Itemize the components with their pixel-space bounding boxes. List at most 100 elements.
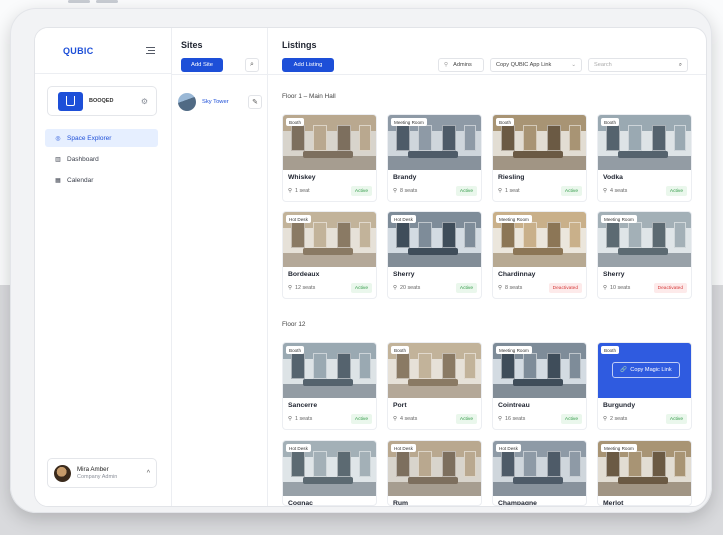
listing-card[interactable]: Meeting Room Cointreau ⚲ 16 seats Active xyxy=(492,342,587,430)
listing-card[interactable]: Hot Desk Sherry ⚲ 20 seats Active xyxy=(387,211,482,299)
status-badge: Active xyxy=(350,414,372,424)
floor-label: Floor 12 xyxy=(282,321,306,328)
user-icon: ⚲ xyxy=(603,416,607,422)
backdrop-mark xyxy=(68,0,90,3)
status-badge: Deactivated xyxy=(548,283,582,293)
listing-seats: ⚲ 20 seats xyxy=(393,285,420,291)
copy-magic-link-label: Copy Magic Link xyxy=(630,367,672,373)
collapse-menu-icon[interactable] xyxy=(146,46,155,55)
user-icon: ⚲ xyxy=(393,188,397,194)
seats-count: 1 seat xyxy=(294,188,310,194)
status-badge: Deactivated xyxy=(653,283,687,293)
status-badge: Active xyxy=(455,414,477,424)
listing-name: Merlot xyxy=(603,500,624,506)
add-site-button[interactable]: Add Site xyxy=(181,58,223,72)
listing-type-tag: Booth xyxy=(286,346,305,354)
user-menu[interactable]: Mira Amber Company Admin ^ xyxy=(47,458,157,488)
sidebar: QUBIC BOOQED ⚙ ◎ Space Explorer ▥ Dashbo… xyxy=(35,28,172,506)
listing-seats: ⚲ 1 seat xyxy=(498,188,520,194)
listing-card[interactable]: Booth Sancerre ⚲ 1 seats Active xyxy=(282,342,377,430)
listing-type-tag: Meeting Room xyxy=(496,346,532,354)
copy-magic-link-button[interactable]: 🔗 Copy Magic Link xyxy=(612,362,680,378)
seats-count: 2 seats xyxy=(609,416,628,422)
user-icon: ⚲ xyxy=(603,285,607,291)
nav-item-calendar[interactable]: ▦ Calendar xyxy=(45,171,158,189)
listing-card[interactable]: Booth Port ⚲ 4 seats Active xyxy=(387,342,482,430)
listing-seats: ⚲ 8 seats xyxy=(393,188,417,194)
listing-card[interactable]: Booth Whiskey ⚲ 1 seat Active xyxy=(282,114,377,202)
listing-card[interactable]: Hot Desk Cognac xyxy=(282,440,377,506)
status-badge: Active xyxy=(560,186,582,196)
listing-type-tag: Hot Desk xyxy=(391,444,416,452)
search-input[interactable]: Search xyxy=(594,62,612,68)
nav-item-label: Dashboard xyxy=(67,155,99,163)
listing-type-tag: Booth xyxy=(496,118,515,126)
brand-logo[interactable]: QUBIC xyxy=(63,46,94,56)
listing-type-tag: Hot Desk xyxy=(496,444,521,452)
listing-seats: ⚲ 4 seats xyxy=(393,416,417,422)
copy-app-link-button[interactable]: Copy QUBIC App Link ⌄ xyxy=(490,58,582,72)
copy-app-link-label: Copy QUBIC App Link xyxy=(496,62,552,68)
listing-card[interactable]: 🔗 Copy Magic Link Booth Burgundy ⚲ 2 seats… xyxy=(597,342,692,430)
listing-type-tag: Meeting Room xyxy=(601,215,637,223)
listing-name: Vodka xyxy=(603,174,623,181)
calendar-icon: ▦ xyxy=(55,177,61,184)
site-name: Sky Tower xyxy=(202,99,229,105)
gear-icon[interactable]: ⚙ xyxy=(141,97,148,106)
user-name: Mira Amber xyxy=(77,466,109,473)
listing-type-tag: Hot Desk xyxy=(286,444,311,452)
user-icon: ⚲ xyxy=(288,285,292,291)
seats-count: 4 seats xyxy=(609,188,628,194)
link-icon: 🔗 xyxy=(620,367,628,373)
brand-row: QUBIC xyxy=(35,28,171,74)
listing-card[interactable]: Meeting Room Chardinnay ⚲ 8 seats Deactivat… xyxy=(492,211,587,299)
floor-label: Floor 1 – Main Hall xyxy=(282,93,336,100)
listing-card[interactable]: Hot Desk Bordeaux ⚲ 12 seats Active xyxy=(282,211,377,299)
listing-name: Champagne xyxy=(498,500,537,506)
listing-card[interactable]: Hot Desk Rum xyxy=(387,440,482,506)
search-icon[interactable]: ⌕ xyxy=(679,62,682,69)
listing-seats: ⚲ 12 seats xyxy=(288,285,315,291)
listing-card[interactable]: Booth Vodka ⚲ 4 seats Active xyxy=(597,114,692,202)
seats-count: 10 seats xyxy=(609,285,631,291)
org-switcher[interactable]: BOOQED ⚙ xyxy=(47,86,157,116)
role-filter[interactable]: ⚲ Admins xyxy=(438,58,484,72)
user-icon: ⚲ xyxy=(393,416,397,422)
listing-name: Burgundy xyxy=(603,402,636,409)
edit-icon[interactable]: ✎ xyxy=(248,95,262,109)
listing-card[interactable]: Booth Riesling ⚲ 1 seat Active xyxy=(492,114,587,202)
nav-item-label: Space Explorer xyxy=(67,134,112,142)
app-screen: QUBIC BOOQED ⚙ ◎ Space Explorer ▥ Dashbo… xyxy=(34,27,707,507)
user-icon: ⚲ xyxy=(288,416,292,422)
search-box[interactable]: Search ⌕ xyxy=(588,58,688,72)
listing-seats: ⚲ 4 seats xyxy=(603,188,627,194)
nav-item-dashboard[interactable]: ▥ Dashboard xyxy=(45,150,158,168)
listing-card[interactable]: Hot Desk Champagne xyxy=(492,440,587,506)
add-listing-button[interactable]: Add Listing xyxy=(282,58,334,72)
search-icon[interactable]: ⌕ xyxy=(245,58,259,72)
seats-count: 16 seats xyxy=(504,416,526,422)
nav-item-space-explorer[interactable]: ◎ Space Explorer xyxy=(45,129,158,147)
listing-name: Whiskey xyxy=(288,174,316,181)
user-icon: ⚲ xyxy=(498,188,502,194)
backdrop-mark xyxy=(96,0,118,3)
listing-type-tag: Meeting Room xyxy=(391,118,427,126)
site-item[interactable]: Sky Tower ✎ xyxy=(178,92,262,112)
seats-count: 8 seats xyxy=(399,188,418,194)
status-badge: Active xyxy=(350,283,372,293)
nav-list: ◎ Space Explorer ▥ Dashboard ▦ Calendar xyxy=(45,129,158,192)
chevron-up-icon[interactable]: ^ xyxy=(147,470,150,477)
org-logo-icon xyxy=(58,91,83,111)
listing-name: Rum xyxy=(393,500,409,506)
listing-type-tag: Booth xyxy=(391,346,410,354)
listing-name: Bordeaux xyxy=(288,271,320,278)
listing-name: Sancerre xyxy=(288,402,318,409)
listing-name: Cointreau xyxy=(498,402,530,409)
listing-card[interactable]: Meeting Room Sherry ⚲ 10 seats Deactivated xyxy=(597,211,692,299)
user-icon: ⚲ xyxy=(444,62,449,68)
listing-type-tag: Booth xyxy=(601,118,620,126)
status-badge: Active xyxy=(560,414,582,424)
status-badge: Active xyxy=(455,186,477,196)
listing-card[interactable]: Meeting Room Brandy ⚲ 8 seats Active xyxy=(387,114,482,202)
listing-card[interactable]: Meeting Room Merlot xyxy=(597,440,692,506)
